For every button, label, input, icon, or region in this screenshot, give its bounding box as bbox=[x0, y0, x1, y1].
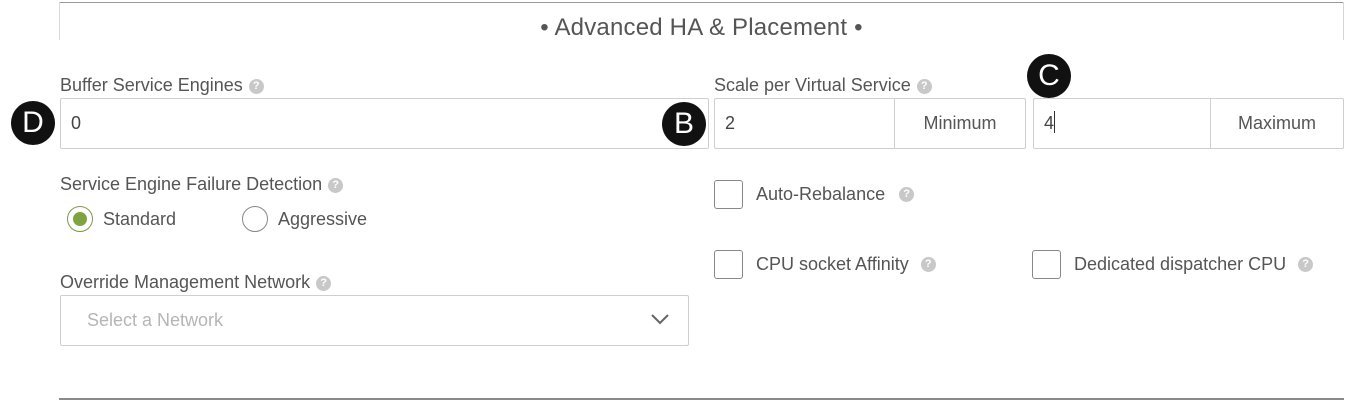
help-icon[interactable]: ? bbox=[328, 178, 344, 193]
callout-badge-b: B bbox=[662, 102, 706, 146]
section-top-border bbox=[59, 2, 1344, 3]
help-icon[interactable]: ? bbox=[899, 187, 915, 202]
section-title: • Advanced HA & Placement • bbox=[540, 14, 863, 41]
radio-standard-circle[interactable] bbox=[67, 206, 93, 232]
radio-aggressive[interactable]: Aggressive bbox=[242, 206, 367, 232]
help-icon[interactable]: ? bbox=[920, 257, 936, 272]
radio-standard-label: Standard bbox=[103, 208, 177, 229]
radio-aggressive-label: Aggressive bbox=[278, 208, 368, 229]
dedicated-dispatcher-cpu-checkbox[interactable] bbox=[1032, 250, 1061, 279]
callout-badge-d: D bbox=[11, 101, 55, 145]
minimum-addon: Minimum bbox=[894, 99, 1025, 148]
radio-standard[interactable]: Standard bbox=[67, 206, 176, 232]
auto-rebalance-checkbox-row[interactable]: Auto-Rebalance? bbox=[714, 180, 915, 209]
radio-aggressive-circle[interactable] bbox=[242, 206, 268, 232]
cpu-socket-affinity-checkbox[interactable] bbox=[714, 250, 743, 279]
cpu-socket-affinity-checkbox-row[interactable]: CPU socket Affinity? bbox=[714, 250, 936, 279]
auto-rebalance-checkbox[interactable] bbox=[714, 180, 743, 209]
section-bottom-border bbox=[59, 398, 1344, 400]
scale-minimum-value: 2 bbox=[725, 113, 736, 133]
dedicated-dispatcher-cpu-label: Dedicated dispatcher CPU bbox=[1074, 254, 1287, 274]
chevron-down-icon[interactable] bbox=[650, 313, 670, 325]
override-management-network-label-text: Override Management Network bbox=[60, 272, 311, 292]
scale-per-virtual-service-label-text: Scale per Virtual Service bbox=[714, 75, 911, 95]
failure-detection-label-text: Service Engine Failure Detection bbox=[60, 174, 323, 194]
help-icon[interactable]: ? bbox=[916, 79, 932, 94]
text-cursor bbox=[1054, 111, 1056, 133]
failure-detection-label: Service Engine Failure Detection? bbox=[60, 174, 344, 195]
buffer-service-engines-input[interactable]: 0 bbox=[60, 98, 709, 149]
buffer-service-engines-value: 0 bbox=[71, 113, 82, 133]
network-select-placeholder: Select a Network bbox=[87, 310, 224, 330]
network-select[interactable]: Select a Network bbox=[60, 295, 689, 346]
scale-maximum-input[interactable]: 4 Maximum bbox=[1033, 98, 1344, 149]
help-icon[interactable]: ? bbox=[248, 79, 264, 94]
help-icon[interactable]: ? bbox=[1298, 257, 1314, 272]
dedicated-dispatcher-cpu-checkbox-row[interactable]: Dedicated dispatcher CPU? bbox=[1032, 250, 1314, 279]
auto-rebalance-label: Auto-Rebalance bbox=[756, 184, 886, 204]
callout-badge-c: C bbox=[1027, 54, 1071, 98]
override-management-network-label: Override Management Network? bbox=[60, 272, 332, 293]
cpu-socket-affinity-label: CPU socket Affinity bbox=[756, 254, 909, 274]
maximum-addon: Maximum bbox=[1210, 99, 1343, 148]
help-icon[interactable]: ? bbox=[316, 276, 332, 291]
scale-maximum-value: 4 bbox=[1044, 113, 1055, 133]
buffer-service-engines-label: Buffer Service Engines? bbox=[60, 75, 264, 96]
scale-per-virtual-service-label: Scale per Virtual Service? bbox=[714, 75, 932, 96]
buffer-service-engines-label-text: Buffer Service Engines bbox=[60, 75, 243, 95]
scale-minimum-input[interactable]: 2 Minimum bbox=[714, 98, 1026, 149]
